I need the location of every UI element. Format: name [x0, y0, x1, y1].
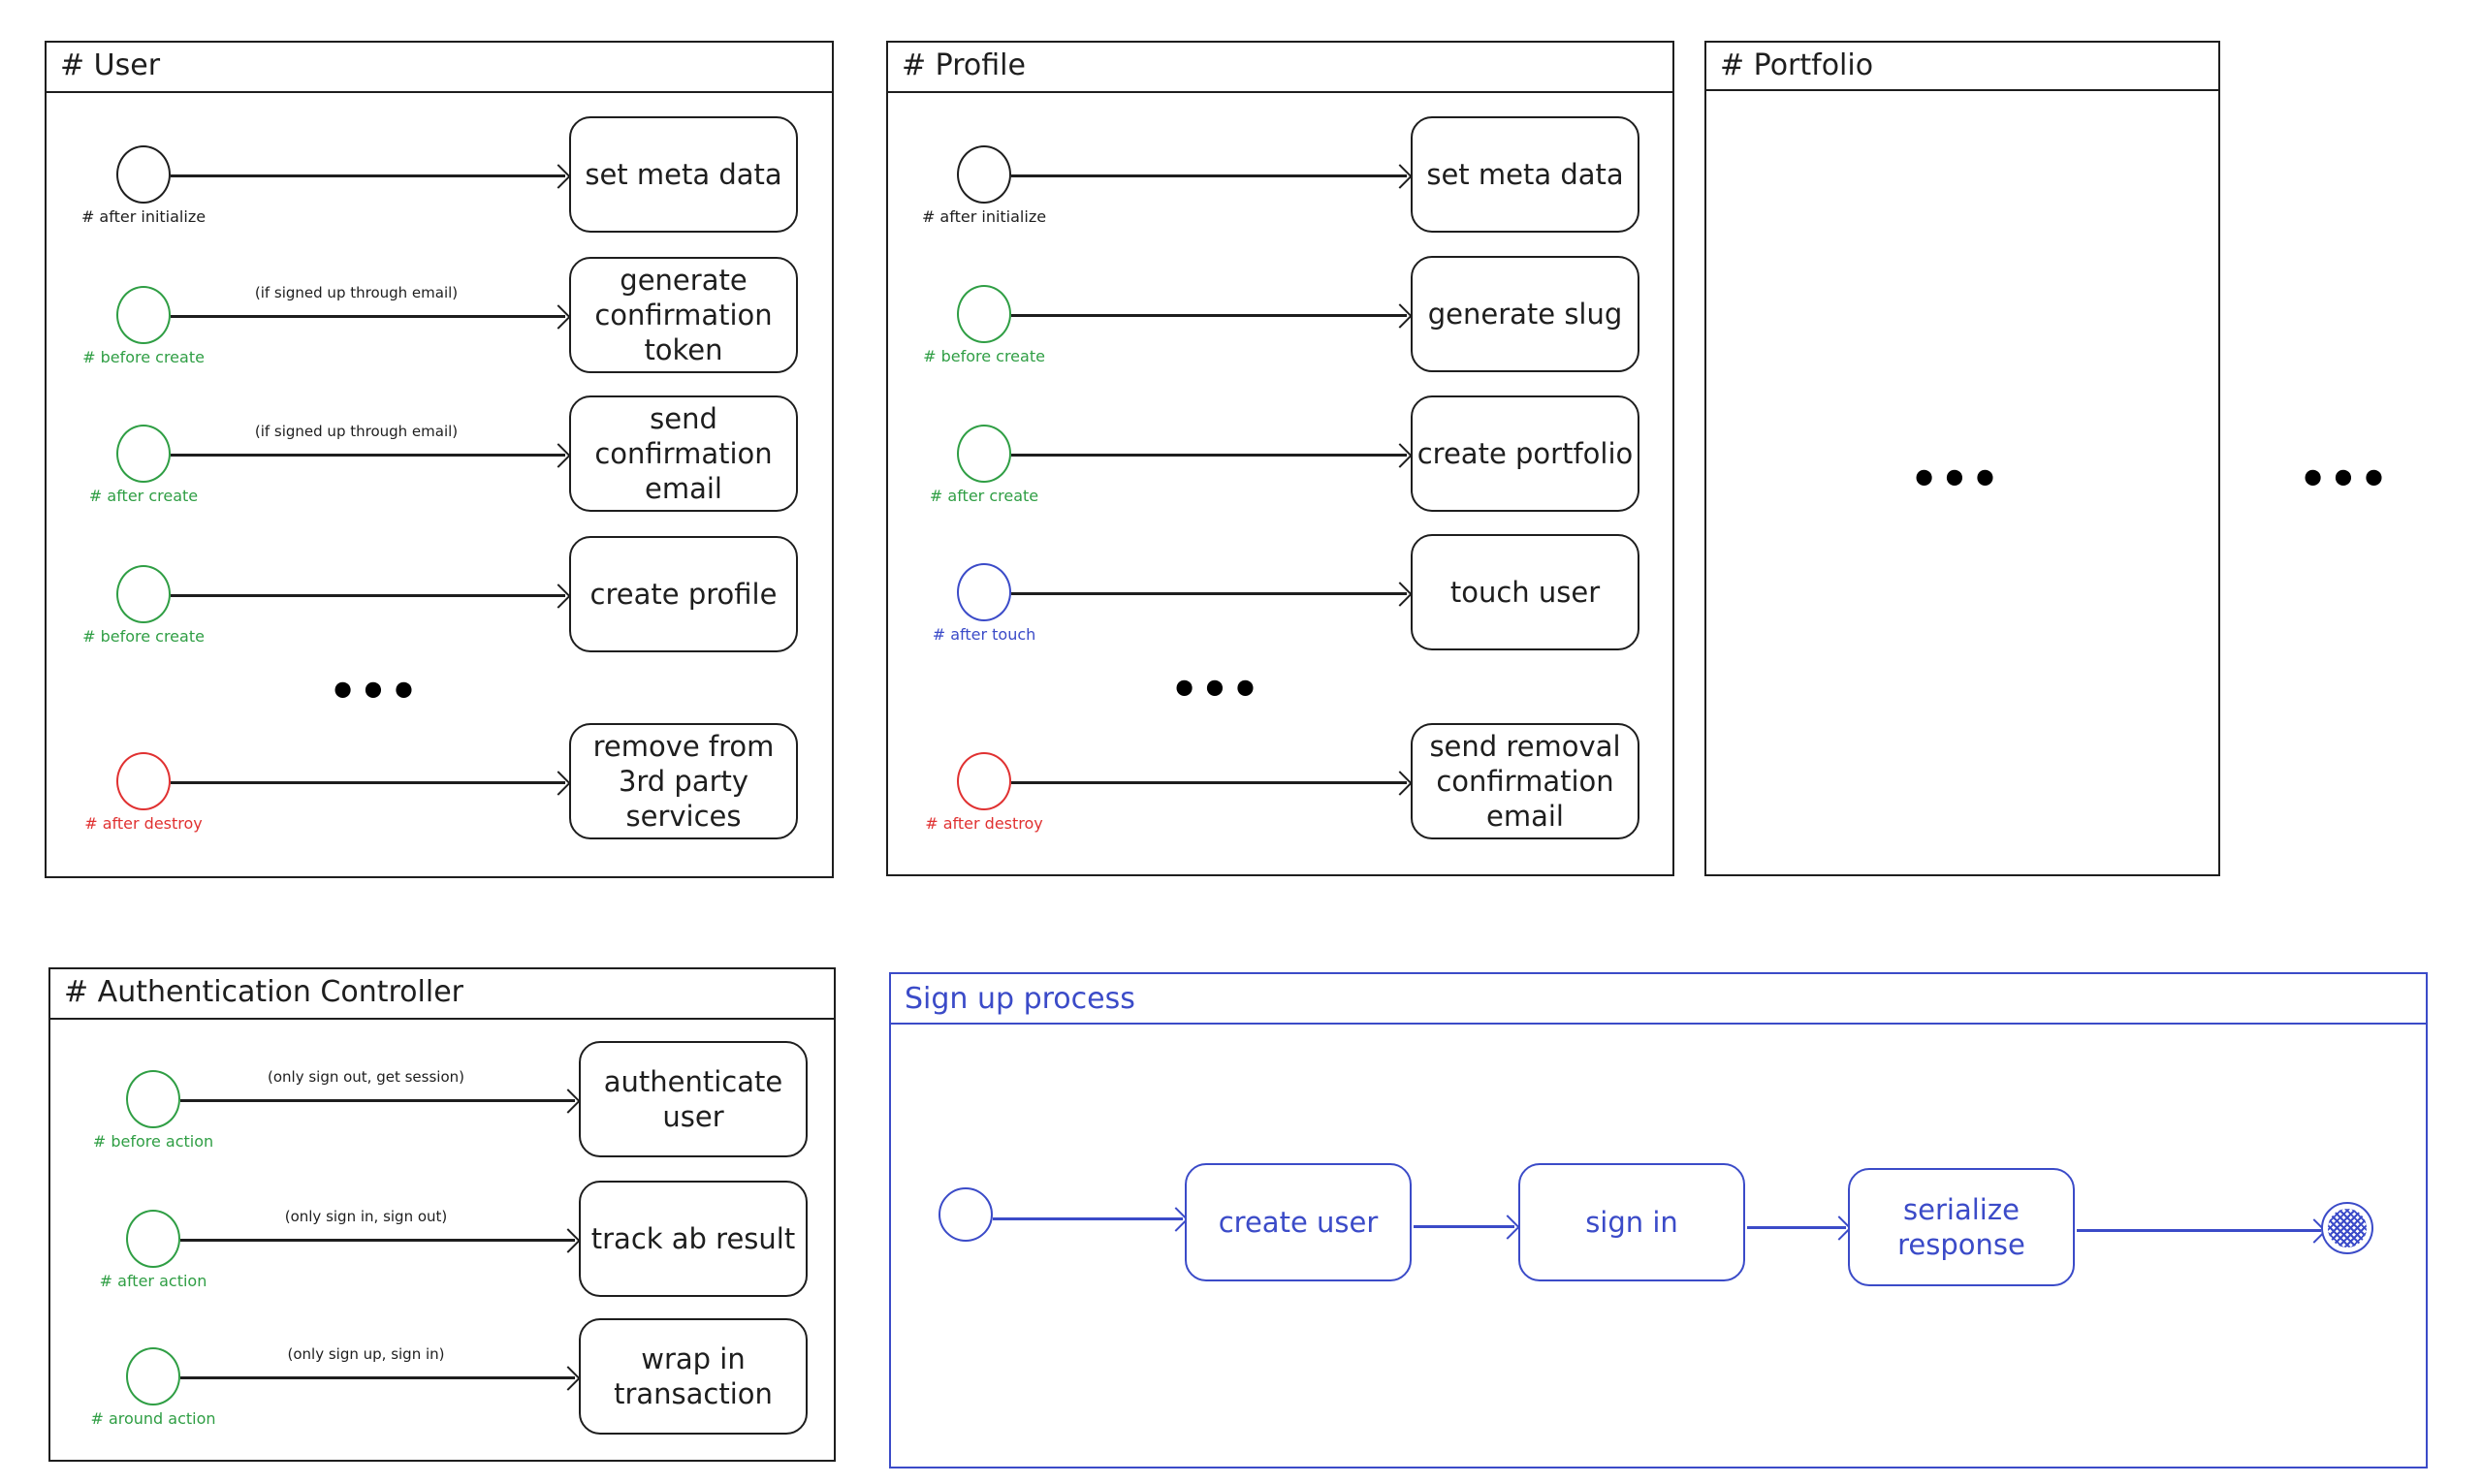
- callback-label: # after destroy: [925, 814, 1043, 833]
- callback-arrow: [1011, 174, 1407, 177]
- condition-label: (if signed up through email): [254, 423, 459, 440]
- action-box: generate confirmation token: [569, 257, 798, 373]
- callback-arrow: [180, 1099, 575, 1102]
- event-node: [116, 286, 171, 344]
- callback-label: # after destroy: [84, 814, 203, 833]
- callback-label: # before action: [92, 1132, 214, 1151]
- callback-arrow: [180, 1239, 575, 1242]
- frame-title: # User: [60, 48, 161, 82]
- initial-node: [939, 1187, 993, 1242]
- frame-header: Sign up process: [891, 974, 2426, 1025]
- event-node: [957, 425, 1011, 483]
- ellipsis: •••: [328, 665, 421, 717]
- condition-label: (if signed up through email): [254, 284, 459, 301]
- frame-title: # Portfolio: [1720, 48, 1874, 82]
- step-serialize-response: serialize response: [1848, 1168, 2075, 1286]
- callback-arrow: [180, 1376, 575, 1379]
- step-create-user: create user: [1185, 1163, 1412, 1281]
- frame-header: # User: [47, 43, 832, 93]
- frame-header: # Portfolio: [1706, 43, 2218, 91]
- frame-title: Sign up process: [905, 982, 1135, 1016]
- event-node: [126, 1070, 180, 1128]
- callback-label: # after create: [929, 487, 1039, 505]
- callback-label: # around action: [90, 1409, 216, 1428]
- action-box: create profile: [569, 536, 798, 652]
- frame-header: # Authentication Controller: [50, 969, 834, 1020]
- callback-label: # before create: [82, 348, 205, 366]
- condition-label: (only sign up, sign in): [287, 1345, 445, 1363]
- final-node: [2321, 1202, 2373, 1254]
- event-node: [957, 752, 1011, 810]
- callback-label: # before create: [923, 347, 1045, 365]
- callback-arrow: [1011, 314, 1407, 317]
- action-box: set meta data: [1411, 116, 1639, 233]
- frame-title: # Profile: [902, 48, 1026, 82]
- action-box: create portfolio: [1411, 395, 1639, 512]
- event-node: [957, 563, 1011, 621]
- action-box: remove from 3rd party services: [569, 723, 798, 839]
- callback-label: # after initialize: [80, 207, 207, 226]
- callback-arrow: [171, 174, 565, 177]
- event-node: [126, 1347, 180, 1405]
- callback-arrow: [171, 594, 565, 597]
- action-box: track ab result: [579, 1181, 808, 1297]
- callback-label: # after initialize: [921, 207, 1047, 226]
- action-box: authenticate user: [579, 1041, 808, 1157]
- ellipsis: •••: [1169, 663, 1262, 715]
- callback-label: # after action: [99, 1272, 207, 1290]
- outer-ellipsis: •••: [2298, 453, 2391, 505]
- callback-arrow: [171, 454, 565, 457]
- flow-arrow: [2077, 1229, 2321, 1232]
- action-box: touch user: [1411, 534, 1639, 650]
- event-node: [116, 752, 171, 810]
- event-node: [116, 425, 171, 483]
- callback-label: # after create: [88, 487, 199, 505]
- event-node: [126, 1210, 180, 1268]
- condition-label: (only sign out, get session): [267, 1068, 465, 1086]
- flow-arrow: [993, 1217, 1183, 1220]
- event-node: [957, 145, 1011, 204]
- flow-arrow: [1414, 1225, 1514, 1228]
- callback-arrow: [1011, 454, 1407, 457]
- ellipsis: •••: [1909, 453, 2002, 505]
- action-box: send removal confirmation email: [1411, 723, 1639, 839]
- step-sign-in: sign in: [1518, 1163, 1745, 1281]
- callback-arrow: [171, 781, 565, 784]
- callback-label: # after touch: [932, 625, 1036, 644]
- callback-label: # before create: [82, 627, 205, 646]
- action-box: set meta data: [569, 116, 798, 233]
- event-node: [116, 145, 171, 204]
- frame-title: # Authentication Controller: [64, 975, 464, 1009]
- action-box: wrap in transaction: [579, 1318, 808, 1435]
- condition-label: (only sign in, sign out): [284, 1208, 448, 1225]
- callback-arrow: [1011, 781, 1407, 784]
- action-box: send confirmation email: [569, 395, 798, 512]
- frame-header: # Profile: [888, 43, 1672, 93]
- callback-arrow: [1011, 592, 1407, 595]
- event-node: [957, 285, 1011, 343]
- action-box: generate slug: [1411, 256, 1639, 372]
- callback-arrow: [171, 315, 565, 318]
- event-node: [116, 565, 171, 623]
- flow-arrow: [1747, 1226, 1846, 1229]
